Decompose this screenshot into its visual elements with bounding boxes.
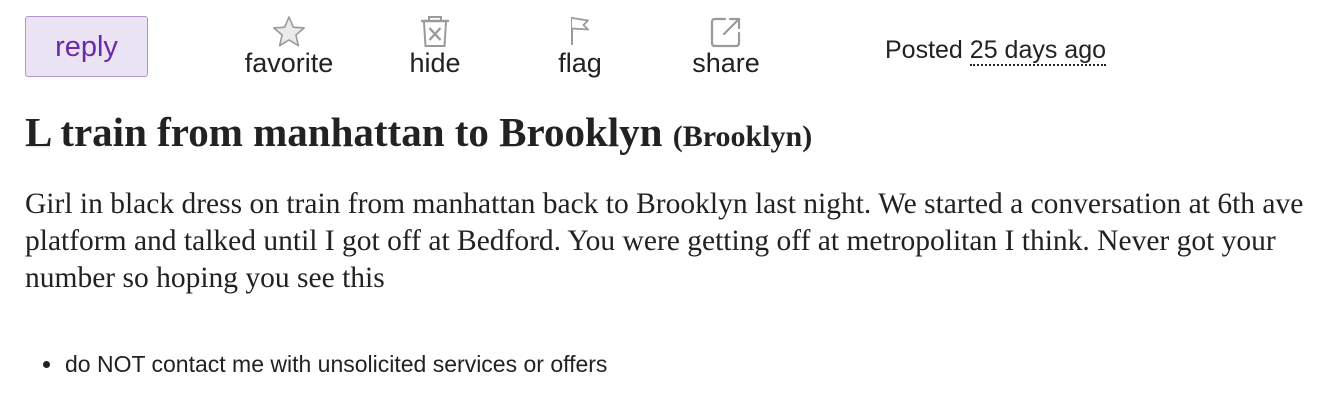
posted-prefix: Posted xyxy=(885,36,963,64)
hide-icon xyxy=(420,16,450,47)
bullet xyxy=(43,361,50,368)
notice-item: do NOT contact me with unsolicited servi… xyxy=(25,346,607,382)
post-location: (Brooklyn) xyxy=(672,120,813,153)
post-title: L train from manhattan to Brooklyn (Broo… xyxy=(25,106,812,163)
favorite-label: favorite xyxy=(244,48,334,78)
star-icon xyxy=(272,16,306,47)
hide-label: hide xyxy=(409,48,461,78)
post-body: Girl in black dress on train from manhat… xyxy=(25,188,1304,294)
share-icon xyxy=(710,17,741,48)
favorite-button[interactable]: favorite xyxy=(229,14,349,82)
flag-icon xyxy=(571,17,589,45)
reply-button[interactable]: reply xyxy=(25,16,148,77)
flag-button[interactable]: flag xyxy=(520,14,640,82)
notice-text: do NOT contact me with unsolicited servi… xyxy=(65,351,608,377)
posted-date: Posted 25 days ago xyxy=(885,34,1107,66)
share-label: share xyxy=(692,48,760,78)
hide-button[interactable]: hide xyxy=(375,14,495,82)
notices-list: do NOT contact me with unsolicited servi… xyxy=(25,346,607,382)
flag-label: flag xyxy=(558,48,602,78)
post-title-text: L train from manhattan to Brooklyn xyxy=(25,109,663,155)
posted-time-ago: 25 days ago xyxy=(969,36,1107,66)
share-button[interactable]: share xyxy=(666,14,786,82)
